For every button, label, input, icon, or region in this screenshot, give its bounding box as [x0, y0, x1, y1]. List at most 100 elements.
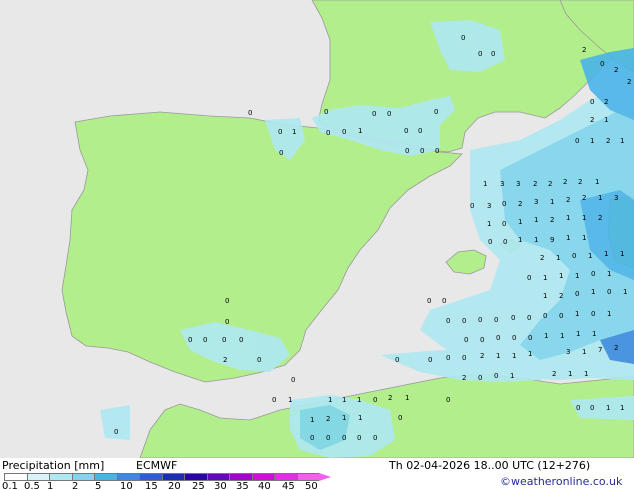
precip-value-label: 2 — [540, 254, 544, 262]
precip-value-label: 1 — [534, 216, 538, 224]
precip-value-label: 1 — [604, 116, 608, 124]
legend-swatch — [184, 473, 207, 481]
precip-value-label: 1 — [575, 310, 579, 318]
precip-value-label: 1 — [582, 214, 586, 222]
precip-value-label: 0 — [494, 316, 498, 324]
precip-value-label: 1 — [358, 127, 362, 135]
precip-value-label: 0 — [543, 312, 547, 320]
precip-value-label: 2 — [614, 66, 618, 74]
precip-value-label: 3 — [566, 348, 570, 356]
legend-tick-label: 20 — [168, 481, 181, 490]
precip-value-label: 0 — [395, 356, 399, 364]
precip-value-label: 3 — [500, 180, 504, 188]
precip-value-label: 0 — [188, 336, 192, 344]
precip-value-label: 0 — [464, 336, 468, 344]
precip-value-label: 0 — [591, 270, 595, 278]
precip-value-label: 1 — [518, 218, 522, 226]
precip-value-label: 1 — [405, 394, 409, 402]
legend-tick-label: 40 — [258, 481, 271, 490]
precip-value-label: 2 — [604, 98, 608, 106]
precip-value-label: 0 — [342, 434, 346, 442]
legend-swatch — [274, 473, 297, 481]
precip-value-label: 0 — [470, 202, 474, 210]
legend-arrow — [319, 473, 331, 481]
precip-value-label: 1 — [550, 198, 554, 206]
precip-value-label: 0 — [434, 108, 438, 116]
precip-value-label: 1 — [606, 404, 610, 412]
precip-value-label: 0 — [478, 374, 482, 382]
legend-swatch — [206, 473, 229, 481]
precip-value-label: 0 — [257, 356, 261, 364]
precip-value-label: 1 — [518, 236, 522, 244]
precip-value-label: 0 — [225, 297, 229, 305]
precip-value-label: 1 — [620, 137, 624, 145]
precip-value-label: 0 — [496, 334, 500, 342]
precip-value-label: 1 — [588, 252, 592, 260]
credit-link[interactable]: ©weatheronline.co.uk — [500, 475, 622, 488]
precip-value-label: 0 — [480, 336, 484, 344]
precip-value-label: 1 — [568, 370, 572, 378]
precip-value-label: 0 — [528, 334, 532, 342]
precip-value-label: 0 — [478, 316, 482, 324]
precip-value-label: 3 — [614, 194, 618, 202]
footer: Precipitation [mm] ECMWF Th 02-04-2026 1… — [0, 458, 634, 490]
legend-tick-label: 50 — [305, 481, 318, 490]
legend-tick-label: 5 — [95, 481, 102, 490]
legend-tick-label: 2 — [72, 481, 79, 490]
precip-value-label: 0 — [591, 310, 595, 318]
precip-value-label: 0 — [225, 318, 229, 326]
legend-swatch — [139, 473, 162, 481]
precip-value-label: 1 — [592, 330, 596, 338]
precip-value-label: 0 — [512, 334, 516, 342]
map-title: Precipitation [mm] — [2, 459, 105, 472]
precip-value-label: 2 — [582, 46, 586, 54]
precip-value-label: 2 — [627, 78, 631, 86]
legend-swatch — [251, 473, 274, 481]
precip-value-label: 0 — [478, 50, 482, 58]
legend-ticks: 0.1 0.5 1 2 5 10 15 20 25 30 35 40 45 50 — [0, 481, 340, 490]
precip-value-label: 1 — [487, 220, 491, 228]
precip-value-label: 2 — [550, 216, 554, 224]
precip-value-label: 1 — [598, 194, 602, 202]
precip-value-label: 1 — [556, 254, 560, 262]
precip-value-label: 0 — [462, 354, 466, 362]
precip-value-label: 0 — [326, 434, 330, 442]
precip-value-label: 0 — [357, 434, 361, 442]
precip-value-label: 2 — [606, 137, 610, 145]
precip-value-label: 1 — [543, 292, 547, 300]
precip-value-label: 0 — [373, 396, 377, 404]
precip-value-label: 2 — [598, 214, 602, 222]
precip-value-label: 2 — [552, 370, 556, 378]
precip-value-label: 2 — [518, 200, 522, 208]
precip-value-label: 3 — [534, 198, 538, 206]
precip-value-label: 2 — [548, 180, 552, 188]
precip-value-label: 0 — [427, 297, 431, 305]
precip-value-label: 0 — [428, 356, 432, 364]
precip-value-label: 1 — [566, 214, 570, 222]
precip-value-label: 1 — [604, 250, 608, 258]
legend-tick-label: 15 — [145, 481, 158, 490]
legend-swatch — [94, 473, 117, 481]
precip-value-label: 1 — [512, 352, 516, 360]
legend-tick-label: 0.1 — [2, 481, 18, 490]
precip-value-label: 0 — [600, 60, 604, 68]
precip-value-label: 0 — [502, 200, 506, 208]
precip-value-label: 0 — [272, 396, 276, 404]
precip-value-label: 1 — [358, 414, 362, 422]
precip-value-label: 0 — [576, 404, 580, 412]
precip-value-label: 2 — [582, 194, 586, 202]
precip-value-label: 0 — [575, 137, 579, 145]
precip-value-label: 0 — [442, 297, 446, 305]
precip-value-label: 2 — [223, 356, 227, 364]
precip-value-label: 0 — [503, 238, 507, 246]
precip-value-label: 0 — [326, 129, 330, 137]
precip-value-label: 1 — [342, 414, 346, 422]
precip-value-label: 0 — [572, 252, 576, 260]
precip-value-label: 0 — [590, 98, 594, 106]
color-legend — [4, 473, 331, 481]
legend-swatch — [26, 473, 49, 481]
precip-value-label: 0 — [511, 314, 515, 322]
precip-value-label: 3 — [487, 202, 491, 210]
precip-value-label: 1 — [595, 178, 599, 186]
precip-value-label: 0 — [239, 336, 243, 344]
